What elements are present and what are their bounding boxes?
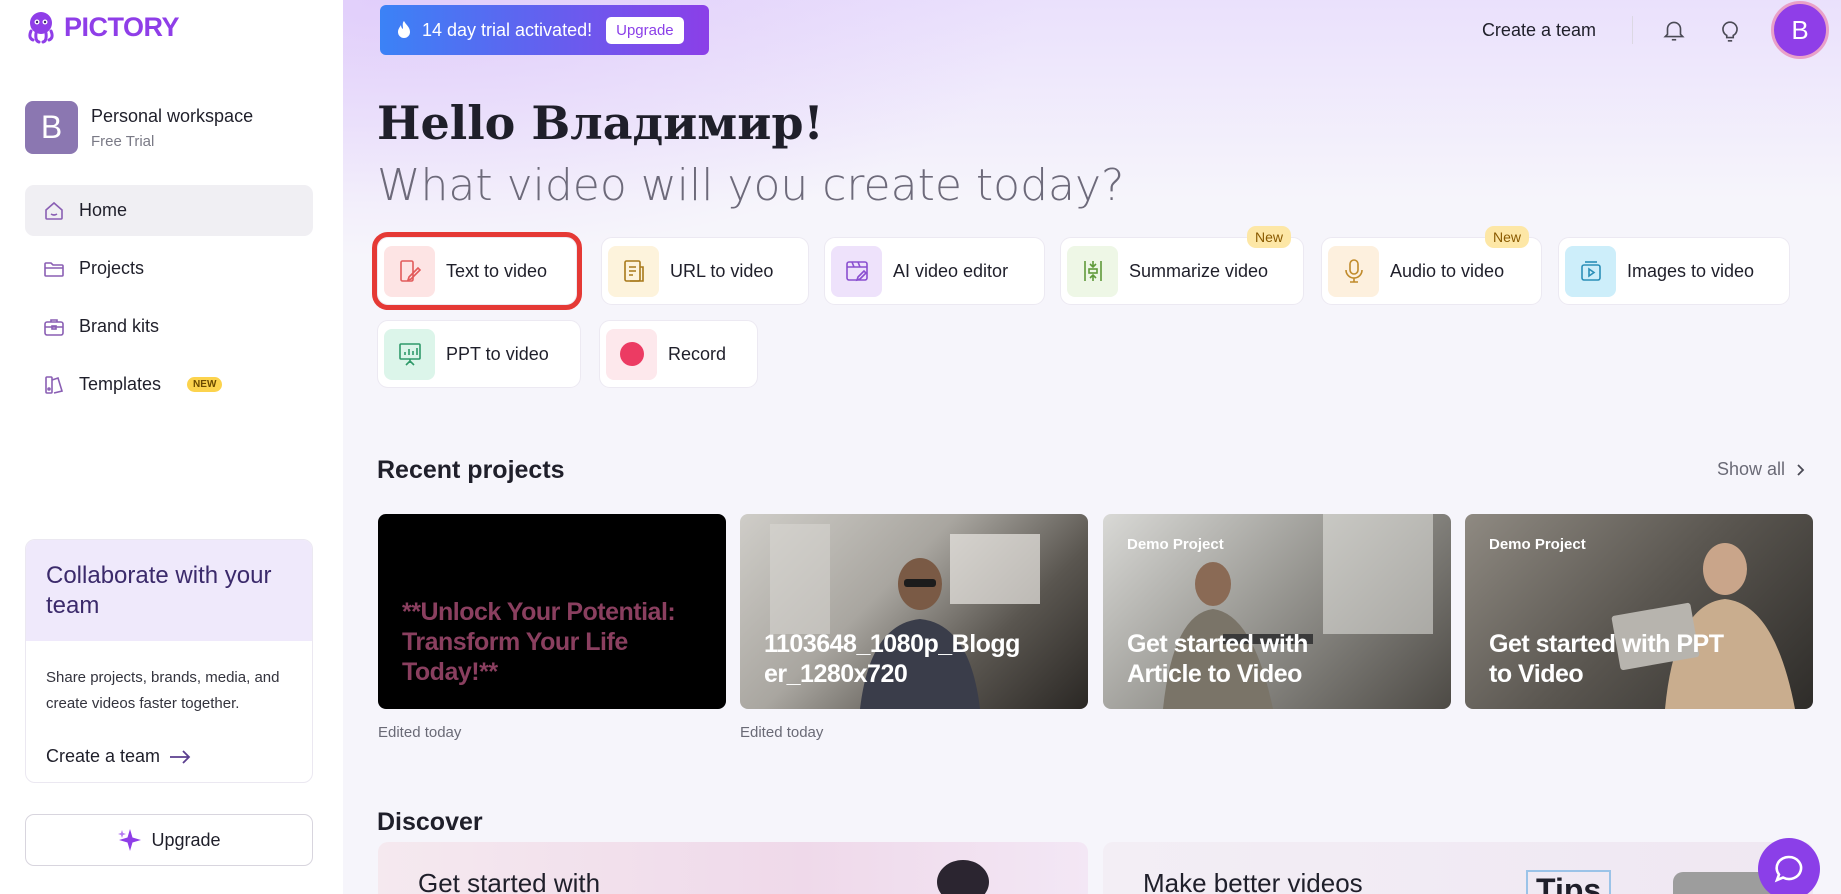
demo-project-label: Demo Project xyxy=(1127,536,1224,553)
bell-icon[interactable] xyxy=(1659,15,1689,45)
home-icon xyxy=(41,198,67,224)
microphone-icon xyxy=(1328,245,1379,297)
create-team-link[interactable]: Create a team xyxy=(46,746,192,767)
lightbulb-icon[interactable] xyxy=(1715,15,1745,45)
show-all-label: Show all xyxy=(1716,459,1785,479)
project-card-title: Get started with Article to Video xyxy=(1127,630,1308,688)
demo-project-card[interactable]: Demo Project Get started with PPT to Vid… xyxy=(1465,514,1813,709)
presentation-icon xyxy=(384,328,435,380)
brand-name: PICTORY xyxy=(64,11,180,42)
action-label: AI video editor xyxy=(893,260,1009,281)
sidebar-upgrade-button[interactable]: Upgrade xyxy=(25,814,313,866)
text-to-video-button[interactable]: Text to video xyxy=(372,232,582,310)
sidebar: PICTORY B Personal workspace Free Trial … xyxy=(0,0,343,894)
create-prompt-subtitle: What video will you create today? xyxy=(377,160,1125,211)
sparkle-icon xyxy=(118,829,142,851)
action-label: PPT to video xyxy=(446,343,549,364)
images-icon xyxy=(1565,245,1616,297)
chat-support-button[interactable] xyxy=(1758,838,1820,894)
action-label: Text to video xyxy=(446,260,548,281)
sidebar-item-projects[interactable]: Projects xyxy=(25,243,313,294)
arrow-right-icon xyxy=(170,749,191,764)
action-label: Audio to video xyxy=(1390,260,1505,281)
create-team-link-label: Create a team xyxy=(46,746,161,766)
person-thumbnail xyxy=(937,860,989,894)
briefcase-icon xyxy=(41,314,67,340)
project-card-meta: Edited today xyxy=(378,724,462,741)
video-editor-icon xyxy=(831,245,882,297)
record-icon xyxy=(606,328,657,380)
sidebar-item-brand-kits[interactable]: Brand kits xyxy=(25,301,313,352)
ppt-to-video-button[interactable]: PPT to video xyxy=(377,320,581,388)
new-tag: New xyxy=(1246,226,1291,248)
action-label: Images to video xyxy=(1627,260,1755,281)
workspace-name: Personal workspace xyxy=(91,105,254,126)
project-card-title: Get started with PPT to Video xyxy=(1489,630,1724,688)
chevron-right-icon xyxy=(1797,463,1805,476)
project-card[interactable]: **Unlock Your Potential: Transform Your … xyxy=(378,514,726,709)
summarize-icon xyxy=(1067,245,1118,297)
sidebar-item-label: Home xyxy=(79,200,128,220)
new-tag: New xyxy=(1484,226,1529,248)
sidebar-item-templates[interactable]: Templates NEW xyxy=(25,359,313,410)
discover-title: Discover xyxy=(377,808,483,836)
action-label: URL to video xyxy=(670,260,774,281)
demo-project-label: Demo Project xyxy=(1489,536,1586,553)
greeting-title: Hello Владимир! xyxy=(377,96,824,150)
templates-icon xyxy=(41,372,67,398)
new-badge: NEW xyxy=(187,377,223,392)
audio-to-video-button[interactable]: Audio to video New xyxy=(1321,226,1542,305)
workspace-plan: Free Trial xyxy=(91,132,155,150)
collaborate-card: Collaborate with your team Share project… xyxy=(25,539,313,783)
sidebar-item-label: Templates xyxy=(79,374,162,394)
pictory-logo[interactable]: PICTORY xyxy=(24,10,180,44)
top-bar: Create a team B xyxy=(1482,0,1841,60)
flame-icon xyxy=(398,21,410,38)
demo-project-card[interactable]: Demo Project Get started with Article to… xyxy=(1103,514,1451,709)
workspace-switcher[interactable]: B Personal workspace Free Trial xyxy=(25,101,253,154)
header-divider xyxy=(1632,16,1633,44)
workspace-avatar: B xyxy=(25,101,78,154)
recent-projects-title: Recent projects xyxy=(377,456,565,484)
folder-icon xyxy=(41,256,67,282)
show-all-link[interactable]: Show all xyxy=(1717,459,1805,480)
record-button[interactable]: Record xyxy=(599,320,758,388)
tips-label: Tips xyxy=(1526,870,1612,894)
upgrade-label: Upgrade xyxy=(151,829,221,850)
trial-upgrade-button[interactable]: Upgrade xyxy=(606,16,684,44)
project-card[interactable]: 1103648_1080p_Blogger_1280x720 xyxy=(740,514,1088,709)
images-to-video-button[interactable]: Images to video xyxy=(1558,237,1790,305)
user-avatar[interactable]: B xyxy=(1771,1,1829,59)
summarize-video-button[interactable]: Summarize video New xyxy=(1060,226,1304,305)
trial-text: 14 day trial activated! xyxy=(422,19,593,40)
url-icon xyxy=(608,245,659,297)
url-to-video-button[interactable]: URL to video xyxy=(601,237,809,305)
discover-card-text: Make better videos xyxy=(1143,868,1363,894)
sidebar-item-home[interactable]: Home xyxy=(25,185,313,236)
discover-card-text: Get started with xyxy=(418,868,601,894)
text-to-video-icon xyxy=(384,245,435,297)
collaborate-description: Share projects, brands, media, and creat… xyxy=(46,669,280,712)
sidebar-item-label: Brand kits xyxy=(79,316,160,336)
discover-card[interactable]: Get started with xyxy=(378,842,1088,894)
main-content: 14 day trial activated! Upgrade Create a… xyxy=(343,0,1841,894)
project-card-title: **Unlock Your Potential: Transform Your … xyxy=(402,598,676,686)
discover-card[interactable]: Make better videos Tips xyxy=(1103,842,1813,894)
sidebar-nav: Home Projects Brand kits Templates NEW xyxy=(25,185,313,417)
sidebar-item-label: Projects xyxy=(79,258,145,278)
create-team-button[interactable]: Create a team xyxy=(1482,20,1596,41)
ai-video-editor-button[interactable]: AI video editor xyxy=(824,237,1045,305)
project-card-meta: Edited today xyxy=(740,724,824,741)
action-label: Summarize video xyxy=(1129,260,1269,281)
collaborate-title: Collaborate with your team xyxy=(26,540,312,641)
action-label: Record xyxy=(668,343,727,364)
project-card-title: 1103648_1080p_Blogger_1280x720 xyxy=(764,630,1020,688)
chat-bubble-icon xyxy=(1774,855,1803,883)
octopus-logo-icon xyxy=(28,12,54,44)
trial-banner: 14 day trial activated! Upgrade xyxy=(380,5,709,55)
